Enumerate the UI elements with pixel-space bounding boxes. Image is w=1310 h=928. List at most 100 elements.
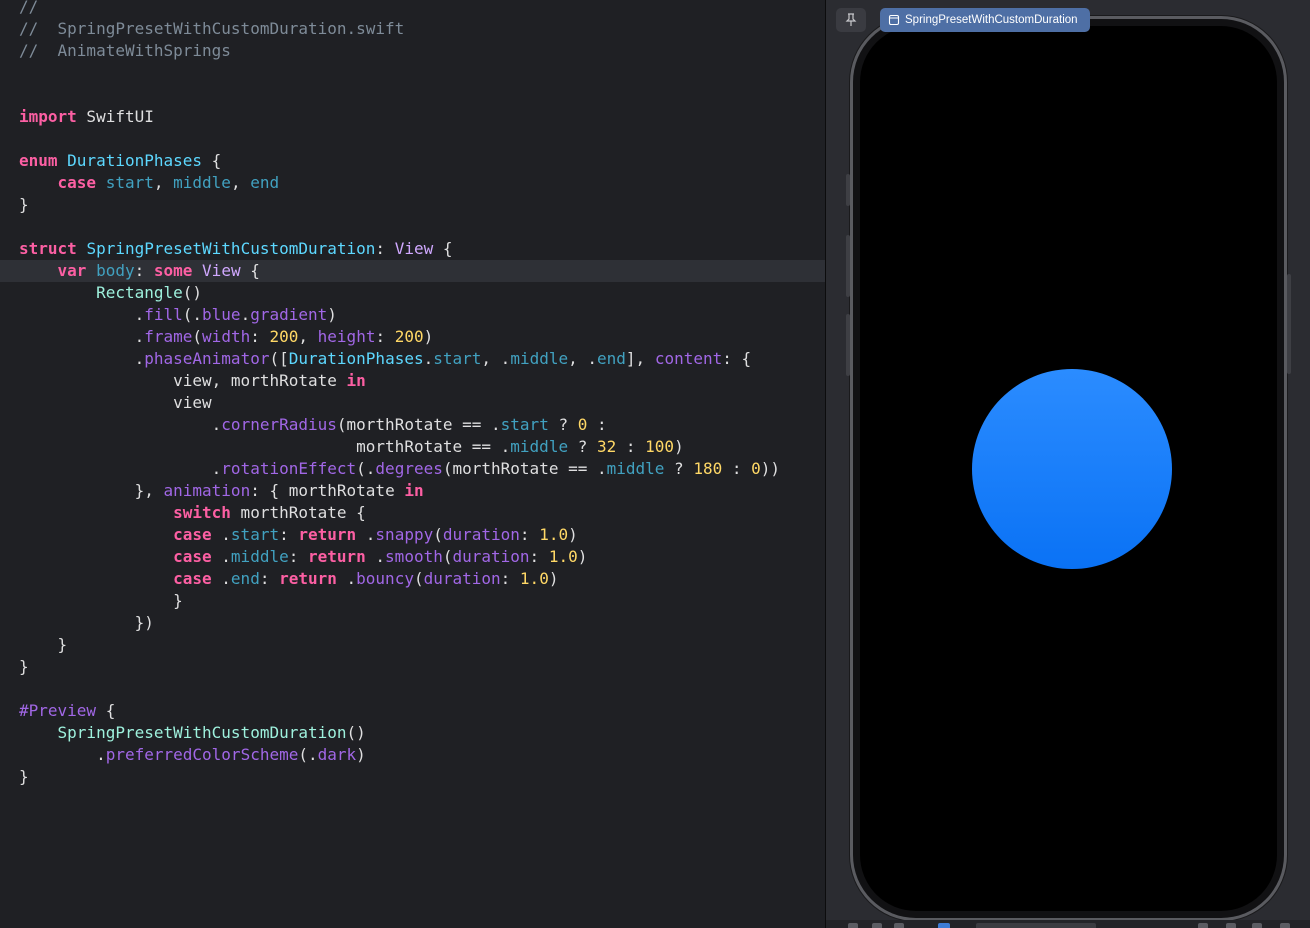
code-line[interactable]: .frame(width: 200, height: 200) (0, 326, 825, 348)
code-token-plain: . (19, 415, 222, 434)
code-line[interactable] (0, 62, 825, 84)
code-line[interactable]: }) (0, 612, 825, 634)
code-token-plain: (morthRotate == . (336, 415, 501, 434)
code-line[interactable]: SpringPresetWithCustomDuration() (0, 722, 825, 744)
code-line[interactable]: case .middle: return .smooth(duration: 1… (0, 546, 825, 568)
code-line[interactable]: .rotationEffect(.degrees(morthRotate == … (0, 458, 825, 480)
code-token-func: blue (202, 305, 241, 324)
code-token-number: 100 (645, 437, 675, 456)
code-token-type: DurationPhases (67, 151, 203, 170)
code-line[interactable]: var body: some View { (0, 260, 825, 282)
code-line[interactable]: .cornerRadius(morthRotate == .start ? 0 … (0, 414, 825, 436)
code-token-func: rotationEffect (221, 459, 357, 478)
code-token-type: SpringPresetWithCustomDuration (86, 239, 376, 258)
code-token-number: 32 (596, 437, 617, 456)
code-token-plain: , (298, 327, 318, 346)
code-token-plain: ([ (269, 349, 289, 368)
variants-icon[interactable] (894, 923, 904, 928)
code-line[interactable]: enum DurationPhases { (0, 150, 825, 172)
code-token-plain: : (616, 437, 646, 456)
code-line[interactable]: }, animation: { morthRotate in (0, 480, 825, 502)
code-token-plain: . (19, 305, 145, 324)
code-line[interactable]: struct SpringPresetWithCustomDuration: V… (0, 238, 825, 260)
code-token-plain: . (211, 569, 231, 588)
code-line[interactable]: // SpringPresetWithCustomDuration.swift (0, 18, 825, 40)
code-token-plain: ], (625, 349, 655, 368)
code-token-plain: , . (481, 349, 511, 368)
code-line[interactable] (0, 84, 825, 106)
code-line[interactable] (0, 128, 825, 150)
preview-title: SpringPresetWithCustomDuration (905, 14, 1078, 26)
code-token-func: fill (144, 305, 183, 324)
code-token-number: 0 (751, 459, 761, 478)
code-token-plain: . (19, 349, 145, 368)
device-icon (888, 14, 900, 26)
code-line[interactable]: case start, middle, end (0, 172, 825, 194)
code-line[interactable]: .preferredColorScheme(.dark) (0, 744, 825, 766)
code-line[interactable]: case .end: return .bouncy(duration: 1.0) (0, 568, 825, 590)
source-editor[interactable]: // // SpringPresetWithCustomDuration.swif… (0, 0, 825, 928)
code-line[interactable]: #Preview { (0, 700, 825, 722)
code-token-preproc: #Preview (19, 701, 97, 720)
code-line[interactable] (0, 216, 825, 238)
device-screen[interactable] (860, 26, 1277, 911)
code-token-plain: }, (19, 481, 164, 500)
code-line[interactable]: } (0, 194, 825, 216)
code-line[interactable]: view, morthRotate in (0, 370, 825, 392)
zoom-fit-icon[interactable] (1280, 923, 1290, 928)
code-token-keyword: switch (173, 503, 231, 522)
code-token-plain: view, morthRotate (19, 371, 347, 390)
code-token-func: width (202, 327, 251, 346)
code-line[interactable]: .fill(.blue.gradient) (0, 304, 825, 326)
code-line[interactable]: } (0, 656, 825, 678)
code-token-decl: middle (510, 349, 569, 368)
code-token-plain: , . (568, 349, 598, 368)
device-settings-icon[interactable] (938, 923, 950, 928)
code-line[interactable]: import SwiftUI (0, 106, 825, 128)
code-line[interactable]: case .start: return .snappy(duration: 1.… (0, 524, 825, 546)
code-line[interactable]: // (0, 0, 825, 18)
code-line[interactable]: view (0, 392, 825, 414)
code-token-plain: }) (19, 613, 154, 632)
code-token-plain: . (423, 349, 434, 368)
device-picker[interactable] (976, 923, 1096, 928)
code-token-func: duration (452, 547, 530, 566)
code-token-plain: } (19, 635, 68, 654)
code-token-keyword: case (173, 525, 212, 544)
code-token-keyword: case (57, 173, 97, 192)
power-button (1287, 274, 1291, 374)
live-mode-icon[interactable] (848, 923, 858, 928)
volume-down-button (846, 314, 850, 376)
code-line[interactable]: Rectangle() (0, 282, 825, 304)
code-line[interactable]: // AnimateWithSprings (0, 40, 825, 62)
code-line[interactable]: switch morthRotate { (0, 502, 825, 524)
code-line[interactable]: } (0, 590, 825, 612)
zoom-in-icon[interactable] (1252, 923, 1262, 928)
code-line[interactable]: } (0, 766, 825, 788)
code-token-plain: . (356, 525, 376, 544)
code-token-plain: ( (433, 525, 443, 544)
code-token-plain: () (182, 283, 203, 302)
zoom-actual-icon[interactable] (1226, 923, 1236, 928)
code-token-plain: } (19, 657, 29, 676)
canvas-bottom-bar (826, 920, 1310, 928)
pin-preview-button[interactable] (836, 8, 866, 32)
code-token-sysfunc: View (202, 261, 241, 280)
selectable-mode-icon[interactable] (872, 923, 882, 928)
code-line[interactable]: } (0, 634, 825, 656)
code-line[interactable]: morthRotate == .middle ? 32 : 100) (0, 436, 825, 458)
zoom-out-icon[interactable] (1198, 923, 1208, 928)
code-line[interactable] (0, 678, 825, 700)
code-token-plain: : (250, 327, 270, 346)
code-token-func: cornerRadius (221, 415, 337, 434)
code-token-plain: morthRotate == . (19, 437, 511, 456)
code-token-plain: morthRotate { (230, 503, 366, 522)
code-line[interactable]: .phaseAnimator([DurationPhases.start, .m… (0, 348, 825, 370)
code-token-func: frame (144, 327, 193, 346)
preview-title-chip[interactable]: SpringPresetWithCustomDuration (880, 8, 1090, 32)
